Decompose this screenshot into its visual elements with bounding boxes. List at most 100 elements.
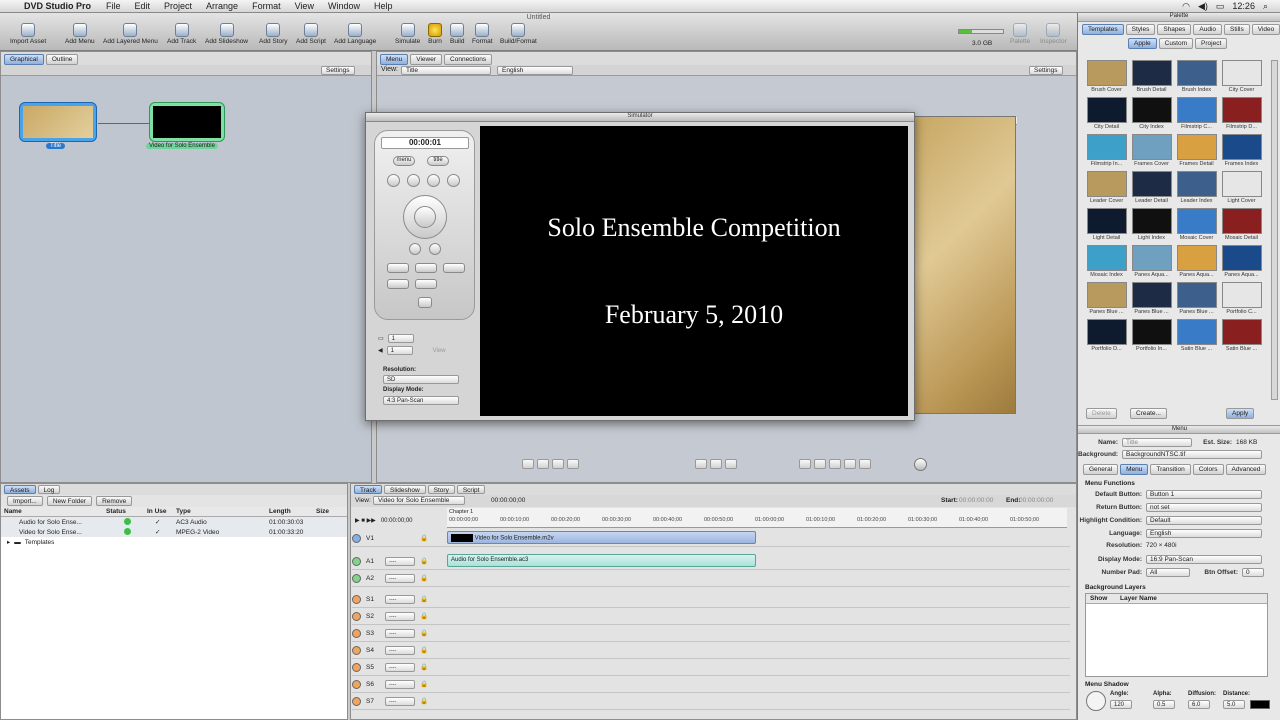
resolution-dropdown[interactable]: SD	[383, 375, 459, 384]
import-button[interactable]: Import...	[7, 496, 43, 506]
build-button[interactable]: Build	[450, 23, 464, 45]
menu-arrange[interactable]: Arrange	[199, 1, 245, 11]
template-thumbnail[interactable]: Frames Index	[1219, 134, 1264, 167]
build-format-button[interactable]: Build/Format	[500, 23, 537, 45]
tab-transition[interactable]: Transition	[1150, 464, 1191, 475]
track-stream-dropdown[interactable]: ----	[385, 679, 415, 689]
inspector-row-value[interactable]: Default	[1146, 516, 1262, 525]
inspector-row-value[interactable]: not set	[1146, 503, 1262, 512]
tool-10[interactable]	[829, 459, 841, 469]
lock-icon[interactable]: 🔒	[420, 612, 428, 620]
display-mode-dropdown[interactable]: 4:3 Pan-Scan	[383, 396, 459, 405]
template-thumbnail[interactable]: Portfolio D...	[1084, 319, 1129, 352]
template-thumbnail[interactable]: Filmstrip In...	[1084, 134, 1129, 167]
loop-remote-button[interactable]	[415, 279, 437, 289]
add-layered-menu-button[interactable]: Add Layered Menu	[103, 23, 158, 45]
tab-audio[interactable]: Audio	[1193, 24, 1222, 35]
audio-clip[interactable]: Audio for Solo Ensemble.ac3	[447, 554, 756, 567]
track-lane-a2[interactable]	[446, 570, 1070, 587]
template-thumbnail[interactable]: Panes Blue ...	[1174, 282, 1219, 315]
new-folder-button[interactable]: New Folder	[46, 496, 93, 506]
lock-icon[interactable]: 🔒	[420, 680, 428, 688]
shadow-value-field[interactable]: 5.0	[1223, 700, 1245, 709]
tab-styles[interactable]: Styles	[1125, 24, 1156, 35]
template-thumbnail[interactable]: Light Cover	[1219, 171, 1264, 204]
subtitle-remote-button[interactable]	[415, 263, 437, 273]
tab-connections[interactable]: Connections	[444, 54, 493, 65]
volume-icon[interactable]: ◀)	[1198, 1, 1208, 12]
add-slideshow-button[interactable]: Add Slideshow	[205, 23, 248, 45]
field-1[interactable]: 1	[387, 334, 414, 343]
template-thumbnail[interactable]: Leader Cover	[1084, 171, 1129, 204]
stop-icon[interactable]	[427, 174, 440, 187]
track-stream-dropdown[interactable]: ----	[385, 628, 415, 638]
inspector-row-value[interactable]: 16:9 Pan-Scan	[1146, 555, 1262, 564]
tool-3[interactable]	[552, 459, 564, 469]
button-offset-field[interactable]: 0	[1242, 568, 1264, 577]
rewind-icon[interactable]	[387, 174, 400, 187]
menu-file[interactable]: File	[99, 1, 128, 11]
background-dropdown[interactable]: BackgroundNTSC.tif	[1122, 450, 1262, 459]
field-2[interactable]: 1	[386, 346, 413, 355]
view-dropdown[interactable]: Title	[401, 66, 491, 75]
view-checkbox[interactable]: View	[433, 348, 446, 354]
track-stream-dropdown[interactable]: ----	[385, 556, 415, 566]
track-view-dropdown[interactable]: Video for Solo Ensemble	[373, 496, 465, 505]
pause-icon[interactable]	[407, 174, 420, 187]
audio-remote-button[interactable]	[387, 263, 409, 273]
menu-format[interactable]: Format	[245, 1, 288, 11]
asset-row[interactable]: Audio for Solo Ense... ✓ AC3 Audio 01:00…	[1, 517, 347, 527]
track-enable-icon[interactable]	[352, 662, 361, 672]
start-field[interactable]: 00:00:00:00	[959, 497, 993, 504]
import-asset-button[interactable]: Import Asset	[10, 23, 46, 45]
tab-video[interactable]: Video	[1251, 24, 1280, 35]
enter-button[interactable]	[414, 206, 436, 228]
shadow-value-field[interactable]: 0.5	[1153, 700, 1175, 709]
transport-controls[interactable]: ▶ ■ ▶▶ 00:00:00;00	[355, 517, 413, 524]
subtab-custom[interactable]: Custom	[1158, 38, 1194, 49]
track-lane-s1[interactable]	[446, 591, 1070, 608]
create-button[interactable]: Create...	[1130, 408, 1167, 419]
tab-track[interactable]: Track	[354, 485, 383, 494]
track-header-s2[interactable]: S2 ---- 🔒	[352, 608, 446, 625]
track-enable-icon[interactable]	[352, 679, 361, 689]
template-thumbnail[interactable]: Filmstrip C...	[1174, 97, 1219, 130]
lock-icon[interactable]: 🔒	[420, 663, 428, 671]
clock[interactable]: 12:26	[1232, 1, 1255, 11]
subtab-project[interactable]: Project	[1195, 38, 1228, 49]
template-thumbnail[interactable]: Portfolio C...	[1219, 282, 1264, 315]
fast-forward-icon[interactable]	[447, 174, 460, 187]
template-thumbnail[interactable]: Panes Aqua...	[1219, 245, 1264, 278]
asset-row[interactable]: Video for Solo Ense... ✓ MPEG-2 Video 01…	[1, 527, 347, 537]
inspector-button[interactable]: Inspector	[1040, 23, 1067, 45]
add-script-button[interactable]: Add Script	[296, 23, 326, 45]
track-header-s6[interactable]: S6 ---- 🔒	[352, 676, 446, 693]
track-header-a1[interactable]: A1 ---- 🔒	[352, 553, 446, 570]
tool-2[interactable]	[537, 459, 549, 469]
wifi-icon[interactable]: ◠	[1182, 1, 1190, 12]
menu-help[interactable]: Help	[367, 1, 400, 11]
previous-chapter-icon[interactable]	[409, 243, 421, 255]
template-thumbnail[interactable]: Brush Index	[1174, 60, 1219, 93]
track-lane-s3[interactable]	[446, 625, 1070, 642]
template-thumbnail[interactable]: Brush Cover	[1084, 60, 1129, 93]
palette-button[interactable]: Palette	[1010, 23, 1030, 45]
tool-9[interactable]	[814, 459, 826, 469]
tool-6[interactable]	[710, 459, 722, 469]
tab-log[interactable]: Log	[37, 485, 61, 494]
tab-viewer[interactable]: Viewer	[410, 54, 443, 65]
chapter-marker[interactable]: Chapter 1	[449, 509, 473, 515]
burn-button[interactable]: Burn	[428, 23, 442, 45]
track-lane-s4[interactable]	[446, 642, 1070, 659]
lock-icon[interactable]: 🔒	[420, 646, 428, 654]
return-remote-button[interactable]	[387, 279, 409, 289]
disclosure-triangle-icon[interactable]: ▸	[1, 538, 10, 546]
battery-icon[interactable]: ▭	[1216, 1, 1225, 12]
add-menu-button[interactable]: Add Menu	[65, 23, 95, 45]
add-story-button[interactable]: Add Story	[259, 23, 288, 45]
tab-stills[interactable]: Stills	[1224, 24, 1250, 35]
track-lane-s5[interactable]	[446, 659, 1070, 676]
template-thumbnail[interactable]: Frames Cover	[1129, 134, 1174, 167]
language-dropdown[interactable]: English	[497, 66, 573, 75]
track-enable-icon[interactable]	[352, 573, 361, 583]
